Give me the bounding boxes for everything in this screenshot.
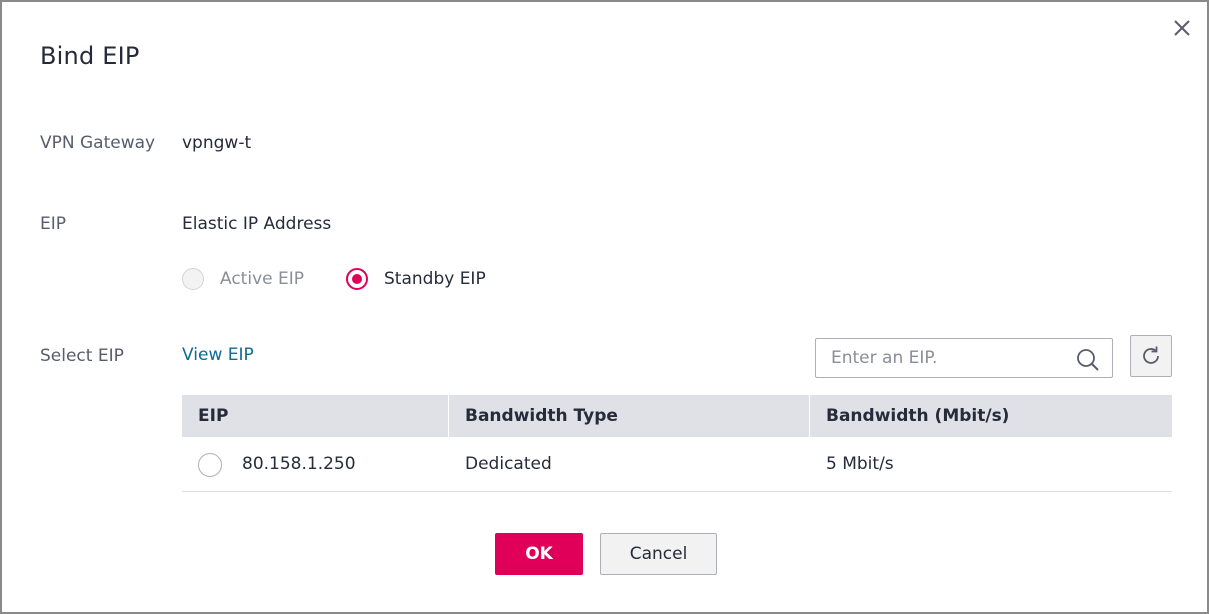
select-eip-label: Select EIP [40,346,124,366]
view-eip-link[interactable]: View EIP [182,345,254,365]
radio-standby-eip[interactable]: Standby EIP [346,266,486,292]
cancel-button[interactable]: Cancel [600,533,717,575]
close-icon[interactable] [1170,16,1194,40]
radio-standby-eip-circle[interactable] [346,268,368,290]
eip-search-input[interactable] [816,339,1066,377]
bind-eip-dialog: Bind EIP VPN Gateway vpngw-t EIP Elastic… [0,0,1209,614]
search-icon[interactable] [1076,348,1100,372]
column-header-bandwidth: Bandwidth (Mbit/s) [826,406,1010,426]
table-row[interactable]: 80.158.1.250 Dedicated 5 Mbit/s [182,437,1172,492]
radio-active-eip: Active EIP [182,266,304,292]
row-select-radio[interactable] [198,453,222,477]
eip-label: EIP [40,214,67,234]
radio-active-eip-circle [182,268,204,290]
eip-table: EIP Bandwidth Type Bandwidth (Mbit/s) 80… [182,395,1172,492]
cell-eip: 80.158.1.250 [242,454,356,474]
refresh-icon [1143,346,1159,364]
refresh-button[interactable] [1130,335,1172,377]
table-header: EIP Bandwidth Type Bandwidth (Mbit/s) [182,395,1172,437]
dialog-title: Bind EIP [40,42,140,70]
eip-type-value: Elastic IP Address [182,214,332,234]
vpn-gateway-label: VPN Gateway [40,133,156,153]
ok-button[interactable]: OK [495,533,583,575]
cell-bandwidth-type: Dedicated [465,454,552,474]
eip-search-box[interactable] [815,338,1113,378]
radio-standby-eip-label[interactable]: Standby EIP [384,269,486,289]
column-header-bandwidth-type: Bandwidth Type [465,406,618,426]
cell-bandwidth: 5 Mbit/s [826,454,894,474]
radio-active-eip-label: Active EIP [220,269,304,289]
vpn-gateway-value: vpngw-t [182,133,252,153]
column-header-eip: EIP [198,406,229,426]
